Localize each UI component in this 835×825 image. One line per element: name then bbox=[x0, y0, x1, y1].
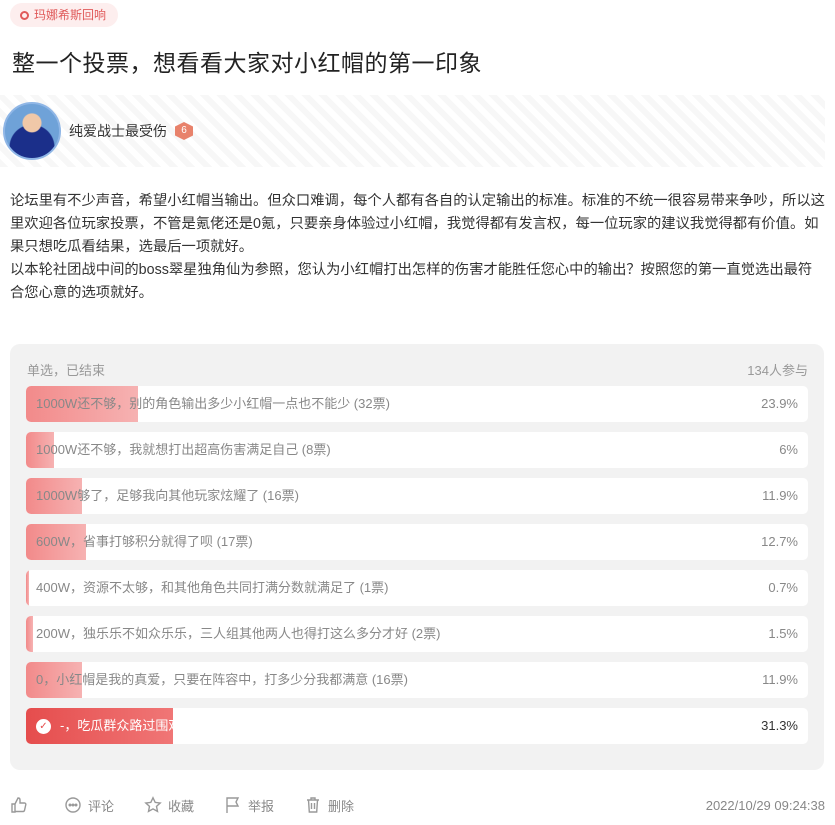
poll-option-percent: 0.7% bbox=[768, 580, 798, 595]
post-title: 整一个投票，想看看大家对小红帽的第一印象 bbox=[12, 50, 482, 76]
delete-button[interactable]: 删除 bbox=[304, 796, 354, 815]
poll-participants: 134人参与 bbox=[747, 363, 808, 378]
poll-option-label: 1000W还不够，我就想打出超高伤害满足自己 (8票) bbox=[36, 442, 331, 457]
action-bar: 评论 收藏 举报 删除 2022/10/29 09:24:38 bbox=[10, 794, 825, 816]
comment-label: 评论 bbox=[88, 798, 115, 814]
poll-option-bar bbox=[26, 616, 34, 652]
poll-option-label: 600W，省事打够积分就得了呗 (17票) bbox=[36, 534, 253, 549]
poll-option-label: 0，小红帽是我的真爱，只要在阵容中，打多少分我都满意 (16票) bbox=[36, 672, 408, 687]
comment-icon bbox=[65, 797, 81, 813]
poll-option-label: 1000W还不够，别的角色输出多少小红帽一点也不能少 (32票) bbox=[36, 396, 390, 411]
forum-tag-label: 玛娜希斯回响 bbox=[34, 8, 107, 22]
poll-option-label: 1000W够了，足够我向其他玩家炫耀了 (16票) bbox=[36, 488, 299, 503]
poll-option-bar bbox=[26, 570, 30, 606]
poll-option-percent: 11.9% bbox=[762, 672, 798, 687]
poll-option-percent: 11.9% bbox=[762, 488, 798, 503]
poll-option[interactable]: 600W，省事打够积分就得了呗 (17票) 12.7% bbox=[26, 524, 808, 560]
like-button[interactable] bbox=[10, 796, 34, 814]
check-icon: ✓ bbox=[36, 719, 51, 734]
post-body: 论坛里有不少声音，希望小红帽当输出。但众口难调，每个人都有各自的认定输出的标准。… bbox=[10, 190, 825, 305]
post-paragraph: 论坛里有不少声音，希望小红帽当输出。但众口难调，每个人都有各自的认定输出的标准。… bbox=[10, 193, 825, 255]
star-icon bbox=[144, 796, 162, 813]
trash-icon bbox=[307, 797, 320, 813]
author-bar: 纯爱战士最受伤 6 bbox=[0, 95, 825, 167]
poll-option[interactable]: 1000W还不够，别的角色输出多少小红帽一点也不能少 (32票) 23.9% bbox=[26, 386, 808, 422]
poll-option[interactable]: 0，小红帽是我的真爱，只要在阵容中，打多少分我都满意 (16票) 11.9% bbox=[26, 662, 808, 698]
favorite-button[interactable]: 收藏 bbox=[144, 796, 194, 815]
circle-icon bbox=[20, 10, 29, 20]
poll-option-percent: 23.9% bbox=[761, 396, 798, 411]
report-label: 举报 bbox=[248, 798, 275, 814]
poll-option[interactable]: 1000W还不够，我就想打出超高伤害满足自己 (8票) 6% bbox=[26, 432, 808, 468]
avatar[interactable] bbox=[3, 102, 61, 160]
poll-option-label: 400W，资源不太够，和其他角色共同打满分数就满足了 (1票) bbox=[36, 580, 389, 595]
report-button[interactable]: 举报 bbox=[224, 796, 274, 815]
forum-tag[interactable]: 玛娜希斯回响 bbox=[10, 3, 119, 27]
delete-label: 删除 bbox=[328, 798, 355, 814]
author-name[interactable]: 纯爱战士最受伤 bbox=[69, 121, 167, 141]
poll-option-percent: 1.5% bbox=[768, 626, 798, 641]
poll-option-label: -，吃瓜群众路过围观，只想看个结果。 (42票) bbox=[60, 718, 326, 733]
flag-icon bbox=[226, 797, 240, 813]
poll-header: 单选，已结束 134人参与 bbox=[27, 360, 808, 379]
poll-option-percent: 31.3% bbox=[761, 718, 798, 733]
poll-option[interactable]: 1000W够了，足够我向其他玩家炫耀了 (16票) 11.9% bbox=[26, 478, 808, 514]
poll-option-percent: 12.7% bbox=[761, 534, 798, 549]
poll-option-percent: 6% bbox=[779, 442, 798, 457]
poll-option[interactable]: 200W，独乐乐不如众乐乐，三人组其他两人也得打这么多分才好 (2票) 1.5% bbox=[26, 616, 808, 652]
favorite-label: 收藏 bbox=[168, 798, 195, 814]
poll-option[interactable]: 400W，资源不太够，和其他角色共同打满分数就满足了 (1票) 0.7% bbox=[26, 570, 808, 606]
thumbs-up-icon bbox=[11, 797, 27, 813]
post-paragraph: 以本轮社团战中间的boss翠星独角仙为参照，您认为小红帽打出怎样的伤害才能胜任您… bbox=[10, 262, 813, 301]
poll-status: 单选，已结束 bbox=[27, 363, 106, 378]
level-badge: 6 bbox=[175, 122, 193, 140]
post-timestamp: 2022/10/29 09:24:38 bbox=[705, 797, 825, 813]
poll: 单选，已结束 134人参与 1000W还不够，别的角色输出多少小红帽一点也不能少… bbox=[10, 344, 824, 770]
poll-option-label: 200W，独乐乐不如众乐乐，三人组其他两人也得打这么多分才好 (2票) bbox=[36, 626, 441, 641]
comment-button[interactable]: 评论 bbox=[64, 796, 114, 815]
poll-option[interactable]: ✓ -，吃瓜群众路过围观，只想看个结果。 (42票) 31.3% bbox=[26, 708, 808, 744]
